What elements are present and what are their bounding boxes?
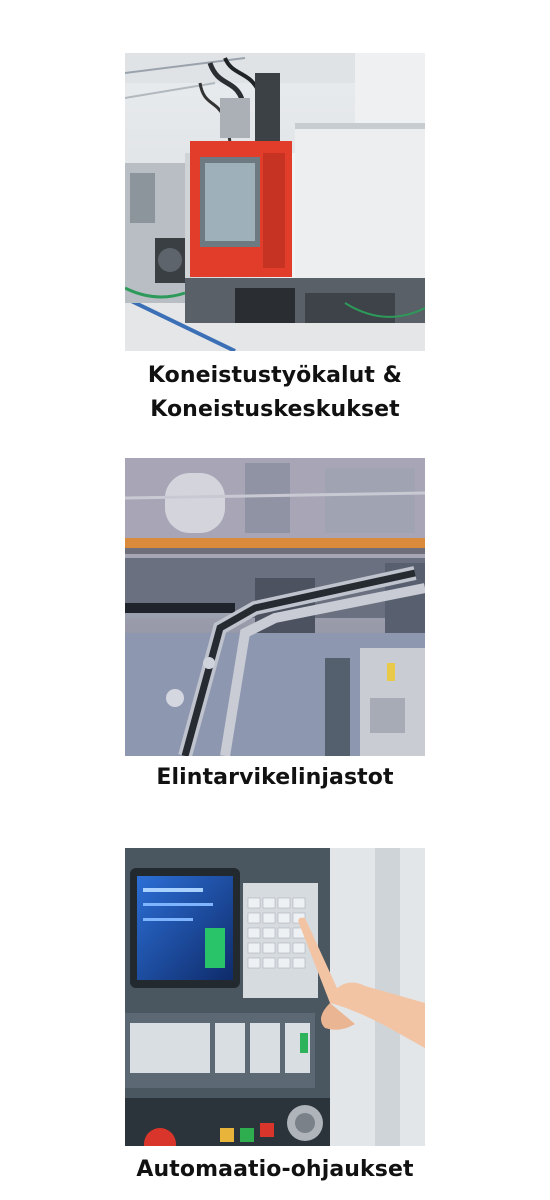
machining-image — [125, 53, 425, 351]
automation-image-link[interactable] — [125, 848, 425, 1146]
food-lines-image-link[interactable] — [125, 458, 425, 756]
automation-image — [125, 848, 425, 1146]
machining-title[interactable]: Koneistustyökalut & Koneistuskeskukset — [0, 359, 550, 427]
machining-title-line2: Koneistuskeskukset — [150, 397, 400, 422]
machining-title-line1: Koneistustyökalut & — [147, 363, 403, 388]
food-lines-image — [125, 458, 425, 756]
food-lines-title[interactable]: Elintarvikelinjastot — [0, 761, 550, 795]
automation-title[interactable]: Automaatio-ohjaukset — [0, 1153, 550, 1187]
machining-image-link[interactable] — [125, 53, 425, 351]
